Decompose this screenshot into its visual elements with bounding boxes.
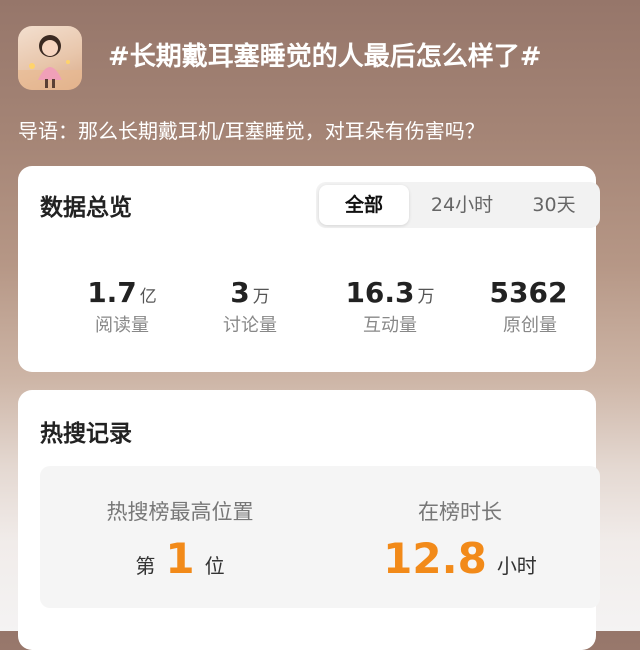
stat-value: 3 bbox=[230, 276, 250, 309]
rank-prefix: 第 bbox=[135, 554, 156, 578]
highest-rank-block: 热搜榜最高位置 第1位 bbox=[40, 496, 320, 583]
stat-reads: 1.7 亿 阅读量 bbox=[52, 276, 192, 337]
stat-originals: 5362 原创量 bbox=[460, 276, 600, 337]
stat-unit: 万 bbox=[417, 287, 435, 307]
duration-value: 12.8 bbox=[383, 534, 487, 583]
stat-unit: 亿 bbox=[139, 287, 157, 307]
topic-avatar bbox=[18, 26, 82, 90]
hot-search-title: 热搜记录 bbox=[40, 421, 132, 447]
stat-label: 原创量 bbox=[503, 315, 557, 336]
topic-lead: 导语：那么长期戴耳机/耳塞睡觉，对耳朵有伤害吗？ bbox=[18, 119, 485, 143]
stat-value: 16.3 bbox=[345, 276, 415, 309]
stat-label: 讨论量 bbox=[223, 315, 277, 336]
stat-label: 互动量 bbox=[363, 315, 417, 336]
rank-suffix: 位 bbox=[204, 554, 225, 578]
time-range-tabs: 全部 24小时 30天 bbox=[316, 182, 600, 228]
stat-discussions: 3万 讨论量 bbox=[180, 276, 320, 337]
topic-title: #长期戴耳塞睡觉的人最后怎么样了# bbox=[108, 42, 542, 72]
duration-unit: 小时 bbox=[496, 554, 537, 578]
tab-30d[interactable]: 30天 bbox=[512, 182, 596, 228]
duration-label: 在榜时长 bbox=[418, 500, 502, 524]
stat-value: 5362 bbox=[489, 276, 568, 309]
overview-card: 数据总览 全部 24小时 30天 1.7 亿 阅读量 3万 讨论量 16.3 万 互… bbox=[18, 166, 600, 372]
hot-search-card: 热搜记录 热搜榜最高位置 第1位 在榜时长 12.8 小时 bbox=[18, 390, 600, 650]
avatar-illustration-icon bbox=[18, 35, 82, 90]
tab-all[interactable]: 全部 bbox=[319, 185, 409, 225]
tab-24h[interactable]: 24小时 bbox=[414, 182, 510, 228]
rank-value: 1 bbox=[165, 534, 195, 583]
stat-unit: 万 bbox=[252, 287, 270, 307]
duration-block: 在榜时长 12.8 小时 bbox=[320, 496, 600, 583]
hot-search-stats-box: 热搜榜最高位置 第1位 在榜时长 12.8 小时 bbox=[40, 466, 600, 608]
overview-title: 数据总览 bbox=[40, 195, 132, 221]
stat-interactions: 16.3 万 互动量 bbox=[320, 276, 460, 337]
highest-rank-label: 热搜榜最高位置 bbox=[106, 500, 254, 524]
stat-value: 1.7 bbox=[87, 276, 137, 309]
stat-label: 阅读量 bbox=[95, 315, 149, 336]
